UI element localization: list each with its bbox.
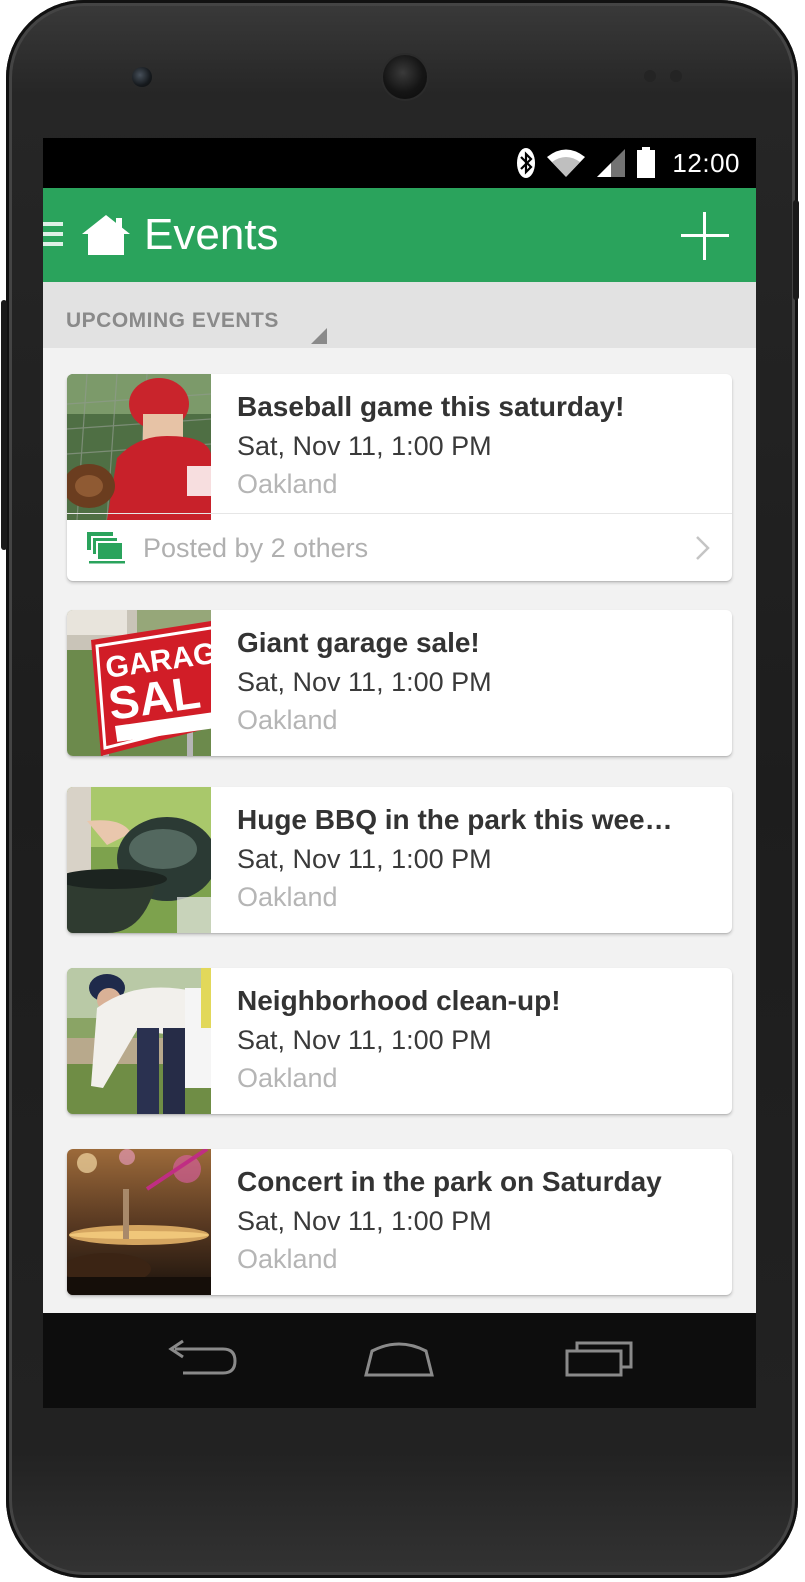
event-title: Huge BBQ in the park this wee… xyxy=(237,804,673,835)
event-card[interactable]: Neighborhood clean-up! Sat, Nov 11, 1:00… xyxy=(67,968,732,1114)
light-sensor xyxy=(670,70,682,82)
recent-apps-icon[interactable] xyxy=(555,1335,645,1385)
power-button xyxy=(793,200,799,300)
event-card[interactable]: Concert in the park on Saturday Sat, Nov… xyxy=(67,1149,732,1295)
cleanup-volunteer-photo xyxy=(67,968,211,1114)
event-title: Baseball game this saturday! xyxy=(237,391,625,422)
chevron-right-icon xyxy=(696,536,710,560)
event-location: Oakland xyxy=(237,1063,338,1093)
menu-icon[interactable] xyxy=(43,222,63,250)
event-card[interactable]: GARAG SAL Giant garage sale! Sat, Nov 11… xyxy=(67,610,732,756)
bbq-grill-photo xyxy=(67,787,211,933)
wifi-icon xyxy=(547,149,586,177)
event-title: Neighborhood clean-up! xyxy=(237,985,561,1016)
posted-by-text: Posted by 2 others xyxy=(143,533,369,563)
event-location: Oakland xyxy=(237,705,338,735)
event-location: Oakland xyxy=(237,882,338,912)
event-card[interactable]: Baseball game this saturday! Sat, Nov 11… xyxy=(67,374,732,581)
status-time: 12:00 xyxy=(672,147,740,178)
navigation-bar xyxy=(43,1313,756,1408)
garage-sale-sign-photo: GARAG SAL xyxy=(67,610,211,756)
back-icon[interactable] xyxy=(155,1335,245,1385)
posted-by-row[interactable]: Posted by 2 others xyxy=(67,513,732,581)
status-bar: 12:00 xyxy=(43,138,756,188)
home-icon[interactable] xyxy=(81,214,131,256)
bluetooth-icon xyxy=(517,148,536,178)
event-date: Sat, Nov 11, 1:00 PM xyxy=(237,844,492,874)
screen: 12:00 Events UPCOMING EVENTS Baseball ga… xyxy=(43,138,756,1313)
app-bar: Events xyxy=(43,188,756,282)
event-date: Sat, Nov 11, 1:00 PM xyxy=(237,667,492,697)
event-title: Giant garage sale! xyxy=(237,627,480,658)
event-card[interactable]: Huge BBQ in the park this wee… Sat, Nov … xyxy=(67,787,732,933)
dropdown-corner-icon xyxy=(311,328,327,344)
event-location: Oakland xyxy=(237,469,338,499)
front-camera xyxy=(132,67,152,87)
event-date: Sat, Nov 11, 1:00 PM xyxy=(237,1025,492,1055)
event-title: Concert in the park on Saturday xyxy=(237,1166,662,1197)
concert-drums-photo xyxy=(67,1149,211,1295)
earpiece-speaker xyxy=(383,55,427,99)
event-date: Sat, Nov 11, 1:00 PM xyxy=(237,431,492,461)
home-nav-icon[interactable] xyxy=(354,1335,444,1385)
stacked-posts-icon xyxy=(87,532,125,564)
page-title: Events xyxy=(144,210,279,259)
event-location: Oakland xyxy=(237,1244,338,1274)
section-header[interactable]: UPCOMING EVENTS xyxy=(43,282,756,348)
volume-button xyxy=(1,300,7,550)
add-event-button[interactable] xyxy=(679,210,731,262)
signal-icon xyxy=(597,149,626,177)
baseball-player-photo xyxy=(67,374,211,520)
section-title: UPCOMING EVENTS xyxy=(66,309,279,332)
battery-icon xyxy=(637,147,656,178)
proximity-sensor xyxy=(644,70,656,82)
event-date: Sat, Nov 11, 1:00 PM xyxy=(237,1206,492,1236)
